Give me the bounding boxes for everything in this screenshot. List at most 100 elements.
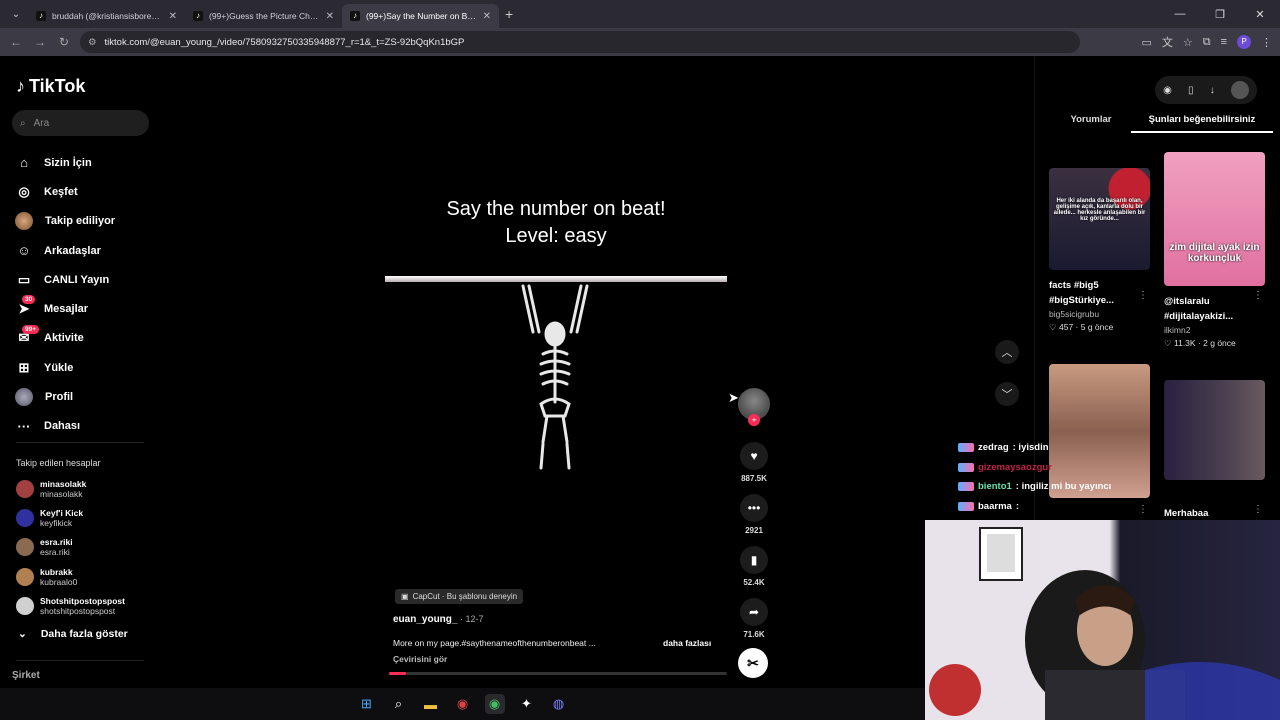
translate-icon[interactable]: 文 [1162, 34, 1173, 50]
company-link[interactable]: Şirket [12, 670, 40, 681]
profile-avatar[interactable]: P [1237, 35, 1251, 49]
chevron-up-icon[interactable]: ︿ [995, 340, 1019, 364]
following-user: kubraalo0 [40, 576, 78, 587]
extensions-icon[interactable]: ⧉ [1203, 36, 1211, 49]
more-options-icon[interactable]: ⋮ [1138, 504, 1148, 515]
suggested-video-card[interactable]: Her iki alanda da başarılı olan, gelişim… [1049, 168, 1150, 333]
phone-icon[interactable]: ▯ [1188, 85, 1194, 96]
suggested-video-card[interactable]: zim dijital ayak izin korkunçluk ⋮ @itsl… [1164, 152, 1265, 349]
tab-comments[interactable]: Yorumlar [1051, 114, 1131, 133]
browser-tab-3[interactable]: ♪ (99+)Say the Number on Beat ✕ [342, 4, 499, 28]
windows-start-icon[interactable]: ⊞ [357, 694, 377, 714]
search-input[interactable]: ⌕ Ara [12, 110, 149, 136]
site-info-icon[interactable]: ⚙ [88, 37, 97, 48]
follow-plus-icon[interactable]: + [748, 414, 760, 426]
chevron-down-icon[interactable]: ﹀ [995, 382, 1019, 406]
minimize-icon[interactable]: — [1160, 8, 1200, 20]
share-button[interactable]: ➦ 71.6K [734, 598, 774, 639]
comment-count: 2921 [745, 526, 763, 535]
media-icon[interactable]: ≡ [1221, 36, 1227, 48]
comment-button[interactable]: ••• 2921 [734, 494, 774, 535]
maximize-icon[interactable]: ❐ [1200, 8, 1240, 21]
nav-following[interactable]: Takip ediliyor [15, 207, 156, 236]
nav-messages[interactable]: ➤ 30 Mesajlar [16, 294, 156, 323]
nav-upload[interactable]: ⊞ Yükle [16, 353, 156, 382]
new-tab-button[interactable]: + [505, 6, 513, 22]
following-item[interactable]: kubrakk kubraalo0 [16, 562, 156, 591]
chat-badge-icon [958, 482, 974, 492]
search-icon[interactable]: ⌕ [389, 694, 409, 714]
show-more-button[interactable]: ⌄ Daha fazla göster [18, 628, 128, 640]
nav-profile[interactable]: Profil [15, 382, 156, 411]
save-count: 52.4K [743, 578, 765, 587]
discord-icon[interactable]: ◍ [549, 694, 569, 714]
file-explorer-icon[interactable]: ▬ [421, 694, 441, 714]
share-count: 71.6K [743, 630, 765, 639]
tab-suggested[interactable]: Şunları beğenebilirsiniz [1131, 114, 1273, 133]
menu-icon[interactable]: ⋮ [1261, 36, 1272, 49]
panel-tabs: Yorumlar Şunları beğenebilirsiniz [1051, 114, 1273, 133]
card-caption: facts #big5 #bigStürkiye... [1049, 278, 1150, 308]
tiktok-favicon-icon: ♪ [36, 11, 46, 21]
video-thumbnail [1164, 380, 1265, 480]
more-options-icon[interactable]: ⋮ [1253, 504, 1263, 515]
address-bar[interactable]: ⚙ tiktok.com/@euan_young_/video/75809327… [80, 31, 1080, 53]
close-window-icon[interactable]: ✕ [1240, 8, 1280, 21]
like-button[interactable]: ♥ 887.5K [734, 442, 774, 483]
chrome-active-icon[interactable]: ◉ [484, 694, 505, 714]
capcut-button-icon[interactable]: ✂ [738, 648, 768, 678]
nav-label: Sizin İçin [44, 156, 92, 169]
bookmark-star-icon[interactable]: ☆ [1183, 36, 1193, 49]
nav-label: CANLI Yayın [44, 273, 110, 286]
forward-icon[interactable]: → [28, 35, 52, 49]
app-icon[interactable]: ✦ [517, 694, 537, 714]
browser-tab-1[interactable]: ♪ bruddah (@kristiansisbored) | T ✕ [28, 4, 185, 28]
back-icon[interactable]: ← [4, 35, 28, 49]
avatar[interactable] [1230, 81, 1249, 99]
following-item[interactable]: Shotshitpostopspost shotshitpostopspost [16, 591, 156, 620]
tiktok-logo[interactable]: ♪ TikTok [16, 76, 85, 97]
close-tab-icon[interactable]: ✕ [483, 11, 491, 22]
reload-icon[interactable]: ↻ [52, 35, 76, 49]
nav-label: Profil [45, 391, 74, 404]
translate-link[interactable]: Çevirisini gör [393, 654, 447, 664]
download-icon[interactable]: ↓ [1210, 85, 1215, 96]
following-item[interactable]: esra.riki esra.riki [16, 533, 156, 562]
chrome-icon[interactable]: ◉ [453, 694, 473, 714]
following-item[interactable]: Keyf'i Kick keyfikick [16, 503, 156, 532]
like-count: 887.5K [741, 474, 767, 483]
compass-icon[interactable]: ◉ [1163, 85, 1172, 96]
skeleton-figure [521, 284, 589, 470]
nav-more[interactable]: ··· Dahası [16, 412, 156, 441]
following-item[interactable]: minasolakk minasolakk [16, 474, 156, 503]
tab-search-button[interactable]: ⌄ [4, 4, 28, 24]
nav-label: Dahası [44, 420, 81, 433]
close-tab-icon[interactable]: ✕ [326, 11, 334, 22]
heart-outline-icon: ♡ [1164, 338, 1172, 348]
suggested-video-card[interactable]: ⋮ Merhabaa [1164, 380, 1265, 521]
nav-for-you[interactable]: ⌂ Sizin İçin [16, 148, 156, 177]
video-thumbnail: zim dijital ayak izin korkunçluk [1164, 152, 1265, 286]
nav-live[interactable]: ▭ CANLI Yayın [16, 265, 156, 294]
nav-explore[interactable]: ◎ Keşfet [16, 177, 156, 206]
chat-badge-icon [958, 501, 974, 511]
capcut-template-tag[interactable]: ▣ CapCut · Bu şablonu deneyin [395, 589, 524, 604]
nav-activity[interactable]: ✉ 99+ Aktivite [16, 324, 156, 353]
video-player[interactable]: Say the number on beat! Level: easy ▣ Ca… [385, 56, 727, 680]
browser-tab-bar: ⌄ ♪ bruddah (@kristiansisbored) | T ✕ ♪ … [0, 0, 1280, 28]
nav-friends[interactable]: ☺ Arkadaşlar [16, 236, 156, 265]
video-author[interactable]: euan_young_ · 12-7 [393, 614, 483, 625]
more-link[interactable]: daha fazlası [663, 638, 711, 648]
save-button[interactable]: ▮ 52.4K [734, 546, 774, 587]
chat-user: biento1 [978, 481, 1012, 492]
browser-tab-2[interactable]: ♪ (99+)Guess the Picture Challeng ✕ [185, 4, 342, 28]
video-progress-bar[interactable] [389, 672, 727, 675]
cast-icon[interactable]: ▭ [1141, 36, 1151, 49]
messages-badge: 30 [22, 295, 36, 305]
more-options-icon[interactable]: ⋮ [1253, 290, 1263, 301]
main-nav: ⌂ Sizin İçin ◎ Keşfet Takip ediliyor ☺ A… [15, 148, 156, 441]
more-dots-icon: ··· [17, 418, 31, 434]
nav-label: Arkadaşlar [44, 244, 101, 257]
close-tab-icon[interactable]: ✕ [169, 11, 177, 22]
more-options-icon[interactable]: ⋮ [1138, 290, 1148, 301]
